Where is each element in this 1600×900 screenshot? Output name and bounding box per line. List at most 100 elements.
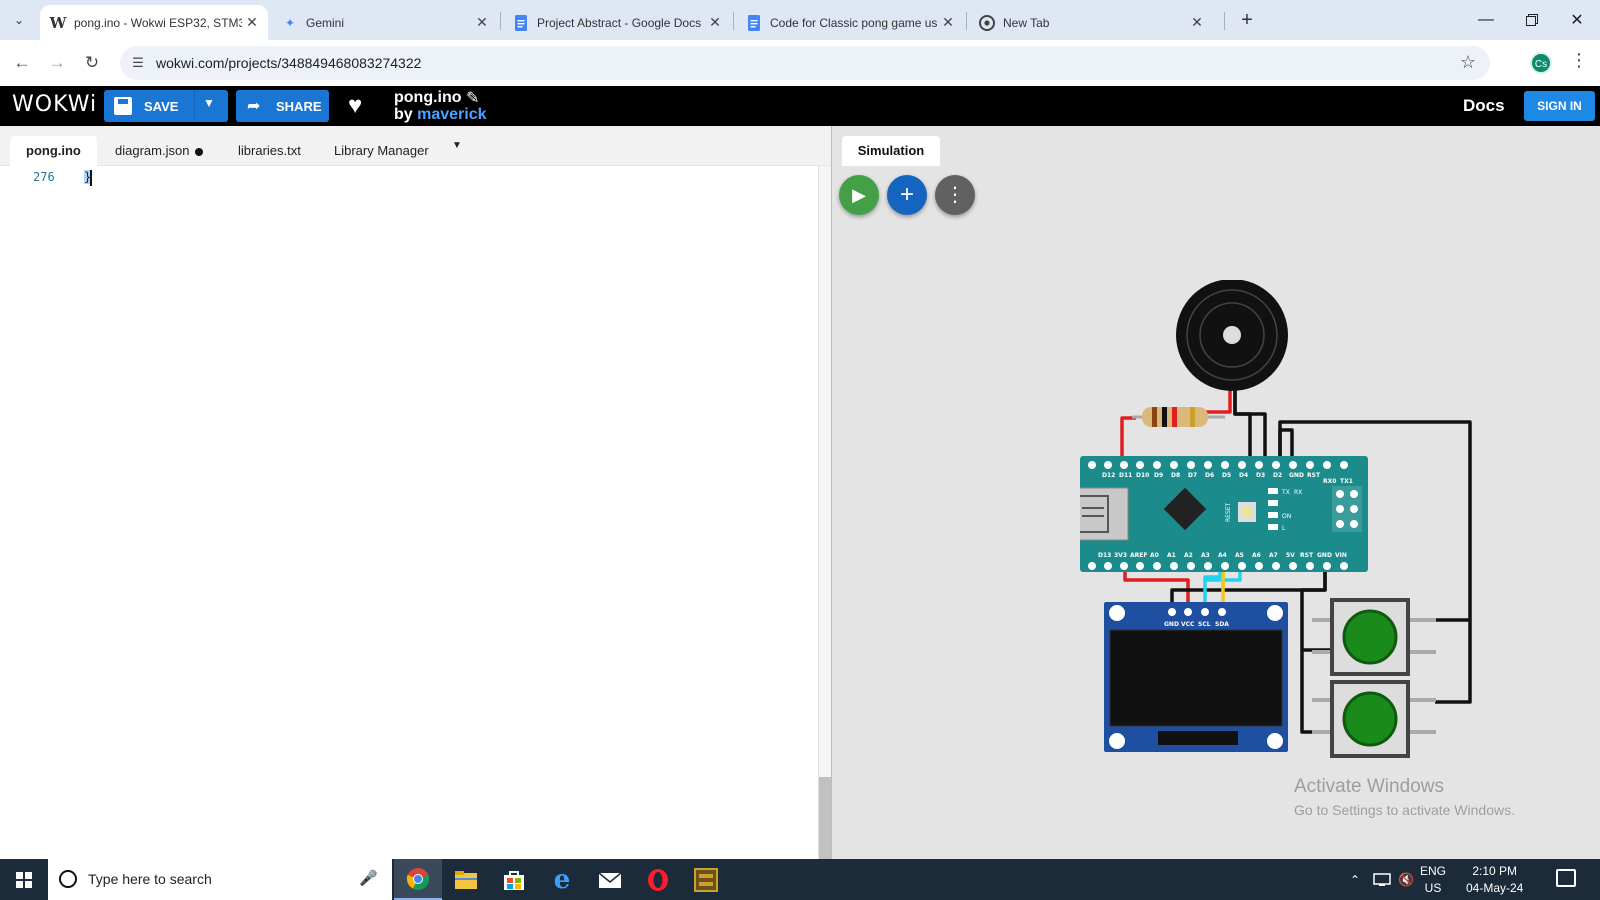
chrome-menu-icon[interactable]: ⋮ (1570, 50, 1588, 71)
new-tab-button[interactable]: + (1234, 8, 1260, 32)
reload-icon[interactable]: ↻ (78, 49, 106, 77)
opera-icon[interactable] (634, 859, 682, 900)
pin-label-d9: D9 (1154, 472, 1163, 479)
led-label-tx: TX (1281, 489, 1290, 496)
tab-new-tab[interactable]: New Tab ✕ (969, 5, 1213, 40)
address-bar[interactable]: ☰ wokwi.com/projects/348849468083274322 … (120, 46, 1490, 80)
heart-icon[interactable]: ♥ (348, 92, 362, 120)
code-line[interactable]: 276 } (0, 168, 815, 188)
editor-tab-label: pong.ino (26, 143, 81, 158)
chevron-down-icon[interactable]: ▼ (203, 96, 215, 110)
simulation-tab[interactable]: Simulation (842, 136, 940, 166)
tab-separator (966, 12, 967, 30)
sign-in-button[interactable]: SIGN IN (1524, 91, 1595, 121)
bookmark-star-icon[interactable]: ☆ (1460, 52, 1476, 73)
file-explorer-icon[interactable] (442, 859, 490, 900)
store-icon[interactable] (490, 859, 538, 900)
tab-search-button[interactable]: ⌄ (6, 8, 32, 32)
browser-toolbar: ← → ↻ ☰ wokwi.com/projects/3488494680832… (0, 40, 1600, 86)
language-indicator[interactable]: ENG US (1420, 863, 1446, 897)
volume-muted-icon[interactable]: 🔇 (1398, 859, 1414, 900)
tab-separator (500, 12, 501, 30)
share-button[interactable]: ➦ SHARE (236, 90, 329, 122)
edit-pencil-icon[interactable]: ✎ (466, 88, 479, 108)
circuit-diagram: D12 D11 D10 D9 D8 D7 D6 D5 D4 D3 D2 GND … (1080, 280, 1472, 758)
url-text[interactable]: wokwi.com/projects/348849468083274322 (156, 55, 421, 71)
arduino-nano[interactable]: D12 D11 D10 D9 D8 D7 D6 D5 D4 D3 D2 GND … (1080, 456, 1368, 572)
close-icon[interactable]: ✕ (938, 14, 958, 31)
tab-title: Code for Classic pong game us (770, 15, 938, 30)
pin-label-a0: A0 (1150, 552, 1159, 559)
pin-label-rst: RST (1307, 472, 1321, 479)
pin-label-a2: A2 (1184, 552, 1193, 559)
play-icon[interactable]: ▶ (839, 175, 879, 215)
chrome-icon[interactable] (394, 859, 442, 900)
dosbox-icon[interactable] (682, 859, 730, 900)
close-icon[interactable]: ✕ (472, 14, 492, 31)
restore-button[interactable] (1509, 0, 1555, 40)
microphone-icon[interactable]: 🎤 (359, 869, 378, 887)
buzzer[interactable] (1176, 280, 1288, 391)
docs-link[interactable]: Docs (1463, 96, 1505, 116)
edge-icon[interactable]: e (538, 859, 586, 900)
close-icon[interactable]: ✕ (1187, 14, 1207, 31)
pin-label-vin: VIN (1335, 552, 1347, 559)
tray-show-hidden-icon[interactable]: ⌃ (1350, 859, 1360, 900)
editor-tab-label: diagram.json (115, 143, 190, 158)
pin-label-a4: A4 (1218, 552, 1227, 559)
pin-label-d10: D10 (1136, 472, 1149, 479)
close-icon[interactable]: ✕ (705, 14, 725, 31)
network-icon[interactable] (1373, 859, 1391, 900)
mail-icon[interactable] (586, 859, 634, 900)
editor-tab-diagram-json[interactable]: diagram.json (99, 136, 219, 166)
pin-label-aref: AREF (1130, 552, 1147, 559)
close-icon[interactable]: ✕ (242, 14, 262, 31)
editor-tab-pong-ino[interactable]: pong.ino (10, 136, 97, 166)
back-icon[interactable]: ← (8, 49, 36, 77)
pushbutton-2[interactable] (1312, 680, 1436, 758)
tab-pong-wokwi[interactable]: W pong.ino - Wokwi ESP32, STM32 ✕ (40, 5, 268, 40)
close-window-button[interactable]: ✕ (1554, 0, 1600, 40)
unsaved-dot-icon (195, 147, 204, 156)
pushbutton-1[interactable] (1312, 598, 1436, 676)
oled-display[interactable]: GND VCC SCL SDA (1104, 602, 1288, 752)
code-editor-pane: pong.ino diagram.json libraries.txt Libr… (0, 126, 831, 859)
clock[interactable]: 2:10 PM 04-May-24 (1466, 863, 1523, 897)
pin-label-a5: A5 (1235, 552, 1244, 559)
tab-gemini[interactable]: ✦ Gemini ✕ (272, 5, 498, 40)
wokwi-icon: W (49, 13, 67, 32)
editor-scrollbar[interactable] (818, 166, 831, 859)
by-label: by (394, 106, 413, 123)
activate-windows-title: Activate Windows (1294, 776, 1444, 797)
save-icon (114, 97, 132, 115)
pin-label-d7: D7 (1188, 472, 1197, 479)
author-link[interactable]: maverick (417, 106, 486, 123)
taskbar-search[interactable]: Type here to search 🎤 (48, 859, 392, 900)
wokwi-header: WOKWi SAVE ▼ ➦ SHARE ♥ pong.ino ✎ by mav… (0, 86, 1600, 126)
gemini-icon: ✦ (284, 15, 296, 30)
clock-time: 2:10 PM (1472, 864, 1518, 878)
editor-scrollbar-thumb[interactable] (819, 777, 831, 859)
editor-tab-library-manager[interactable]: Library Manager (318, 136, 445, 166)
pin-label-d6: D6 (1205, 472, 1214, 479)
plus-icon[interactable]: + (887, 175, 927, 215)
minimize-button[interactable]: — (1463, 0, 1509, 40)
tab-project-abstract[interactable]: Project Abstract - Google Docs ✕ (503, 5, 731, 40)
wokwi-logo[interactable]: WOKWi (12, 92, 97, 117)
resistor[interactable] (1132, 407, 1225, 427)
tab-pong-code-docs[interactable]: Code for Classic pong game us ✕ (736, 5, 964, 40)
tabs-dropdown-icon[interactable]: ▼ (452, 140, 462, 151)
pin-label-tx1: TX1 (1340, 478, 1353, 485)
editor-tab-libraries-txt[interactable]: libraries.txt (222, 136, 317, 166)
pin-label-5v: 5V (1286, 552, 1295, 559)
start-button[interactable] (0, 859, 48, 900)
save-button[interactable]: SAVE ▼ (104, 90, 228, 122)
more-vert-icon[interactable]: ⋮ (935, 175, 975, 215)
site-info-icon[interactable]: ☰ (128, 53, 148, 73)
forward-icon[interactable]: → (43, 49, 71, 77)
notifications-icon[interactable] (1556, 869, 1576, 887)
usb-port (1080, 487, 1129, 541)
search-icon (59, 870, 77, 888)
profile-avatar[interactable]: Cs (1530, 52, 1552, 74)
keyboard-layout: US (1424, 881, 1442, 895)
